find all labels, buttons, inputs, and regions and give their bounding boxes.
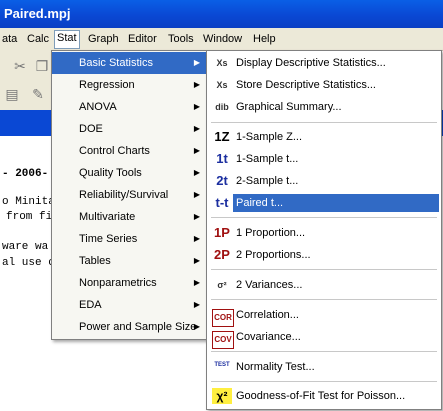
stat-menu-item-control-charts[interactable]: Control Charts ▶ <box>52 140 206 162</box>
menu-item-1-sample-t[interactable]: 1t 1-Sample t... <box>208 148 439 170</box>
stat-menu-item-eda[interactable]: EDA ▶ <box>52 294 206 316</box>
basic-statistics-submenu: Xs Display Descriptive Statistics... Xs … <box>206 50 442 410</box>
copy-icon[interactable]: ❐ <box>34 58 50 74</box>
menu-separator <box>211 217 437 218</box>
edit-icon[interactable]: ✎ <box>30 86 46 102</box>
session-line: al use o <box>2 257 55 269</box>
session-title-bar <box>0 110 55 136</box>
menu-calc[interactable]: Calc <box>25 32 51 48</box>
normality-test-icon: TEST <box>214 362 230 368</box>
menu-graph[interactable]: Graph <box>86 32 121 48</box>
toolbar: ✂ ❐ ▤ ✎ <box>0 50 55 110</box>
correlation-icon: COR <box>212 309 234 327</box>
two-t-icon: 2t <box>216 173 228 188</box>
stat-menu-item-time-series[interactable]: Time Series ▶ <box>52 228 206 250</box>
menu-item-paired-t[interactable]: t-t Paired t... <box>208 192 439 214</box>
menu-separator <box>211 351 437 352</box>
menu-data[interactable]: ata <box>0 32 19 48</box>
menu-item-correlation[interactable]: COR Correlation... <box>208 304 439 327</box>
menu-item-normality-test[interactable]: TEST Normality Test... <box>208 356 439 378</box>
menu-editor[interactable]: Editor <box>126 32 159 48</box>
session-line: from fi <box>6 211 53 223</box>
menu-item-graphical-summary[interactable]: dib Graphical Summary... <box>208 96 439 118</box>
one-p-icon: 1P <box>214 225 230 240</box>
chi-square-icon: χ² <box>212 388 232 404</box>
menu-item-2-proportions[interactable]: 2P 2 Proportions... <box>208 244 439 266</box>
two-p-icon: 2P <box>214 247 230 262</box>
printer-icon[interactable]: ▤ <box>4 86 20 102</box>
title-bar: Paired.mpj <box>0 0 443 28</box>
menu-separator <box>211 122 437 123</box>
covariance-icon: COV <box>212 331 234 349</box>
paired-t-icon: t-t <box>215 195 229 210</box>
stat-menu-item-power-sample-size[interactable]: Power and Sample Size ▶ <box>52 316 206 338</box>
session-window: - 2006- o Minita from fi ware wa al use … <box>0 136 55 411</box>
menu-bar: ata Calc Stat Graph Editor Tools Window … <box>0 28 443 51</box>
menu-item-goodness-of-fit[interactable]: χ² Goodness-of-Fit Test for Poisson... <box>208 385 439 407</box>
one-z-icon: 1Z <box>214 129 230 144</box>
stat-menu-item-reliability-survival[interactable]: Reliability/Survival ▶ <box>52 184 206 206</box>
menu-item-1-sample-z[interactable]: 1Z 1-Sample Z... <box>208 126 439 148</box>
graphical-summary-icon: dib <box>215 102 229 112</box>
session-line: - 2006- <box>2 168 49 180</box>
menu-help[interactable]: Help <box>251 32 278 48</box>
menu-item-1-proportion[interactable]: 1P 1 Proportion... <box>208 222 439 244</box>
stat-menu-item-basic-statistics[interactable]: Basic Statistics ▶ <box>52 52 206 74</box>
menu-separator <box>211 381 437 382</box>
stat-menu-item-anova[interactable]: ANOVA ▶ <box>52 96 206 118</box>
stat-menu-item-nonparametrics[interactable]: Nonparametrics ▶ <box>52 272 206 294</box>
stat-menu-item-multivariate[interactable]: Multivariate ▶ <box>52 206 206 228</box>
one-t-icon: 1t <box>216 151 228 166</box>
stat-menu: Basic Statistics ▶ Regression ▶ ANOVA ▶ DOE… <box>51 50 207 340</box>
session-line: o Minita <box>2 196 55 208</box>
menu-tools[interactable]: Tools <box>166 32 196 48</box>
menu-item-covariance[interactable]: COV Covariance... <box>208 326 439 349</box>
store-stats-icon: Xs <box>216 80 228 90</box>
stat-menu-item-doe[interactable]: DOE ▶ <box>52 118 206 140</box>
descriptive-stats-icon: Xs <box>216 58 228 68</box>
menu-window[interactable]: Window <box>201 32 244 48</box>
session-line: ware wa <box>2 241 49 253</box>
menu-separator <box>211 269 437 270</box>
stat-menu-item-tables[interactable]: Tables ▶ <box>52 250 206 272</box>
stat-menu-item-quality-tools[interactable]: Quality Tools ▶ <box>52 162 206 184</box>
menu-item-2-variances[interactable]: σ² 2 Variances... <box>208 274 439 296</box>
menu-stat[interactable]: Stat <box>54 30 80 49</box>
variances-icon: σ² <box>217 280 227 290</box>
stat-menu-item-regression[interactable]: Regression ▶ <box>52 74 206 96</box>
menu-separator <box>211 299 437 300</box>
menu-item-store-descriptive[interactable]: Xs Store Descriptive Statistics... <box>208 74 439 96</box>
menu-item-2-sample-t[interactable]: 2t 2-Sample t... <box>208 170 439 192</box>
cut-icon[interactable]: ✂ <box>12 58 28 74</box>
menu-item-display-descriptive[interactable]: Xs Display Descriptive Statistics... <box>208 52 439 74</box>
window-title: Paired.mpj <box>4 6 71 21</box>
